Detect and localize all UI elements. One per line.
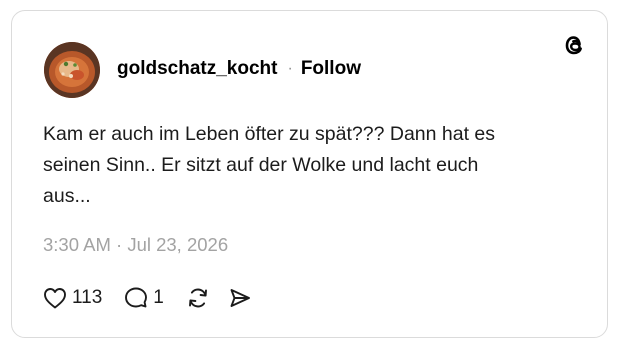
follow-button[interactable]: Follow [301, 58, 361, 80]
comment-bubble-icon [125, 287, 148, 308]
avatar[interactable] [44, 42, 100, 98]
heart-icon [44, 288, 66, 309]
header-separator: · [287, 60, 293, 77]
share-button[interactable] [228, 286, 252, 310]
post-header: goldschatz_kocht · Follow [117, 57, 361, 81]
post-timestamp: 3:30 AM · Jul 23, 2026 [43, 234, 229, 255]
like-count: 113 [72, 287, 103, 308]
repost-icon [188, 288, 207, 308]
threads-logo-icon[interactable] [563, 33, 585, 57]
send-icon [230, 289, 250, 307]
post-text: Kam er auch im Leben öfter zu spät??? Da… [43, 123, 496, 207]
threads-post-card: goldschatz_kocht · Follow Kam er auch im… [11, 10, 608, 338]
reply-button[interactable]: 1 [124, 286, 164, 310]
repost-button[interactable] [186, 286, 210, 310]
reply-count: 1 [153, 287, 164, 308]
username-link[interactable]: goldschatz_kocht [117, 58, 277, 80]
post-actions: 113 1 [43, 285, 252, 311]
like-button[interactable]: 113 [43, 287, 102, 309]
